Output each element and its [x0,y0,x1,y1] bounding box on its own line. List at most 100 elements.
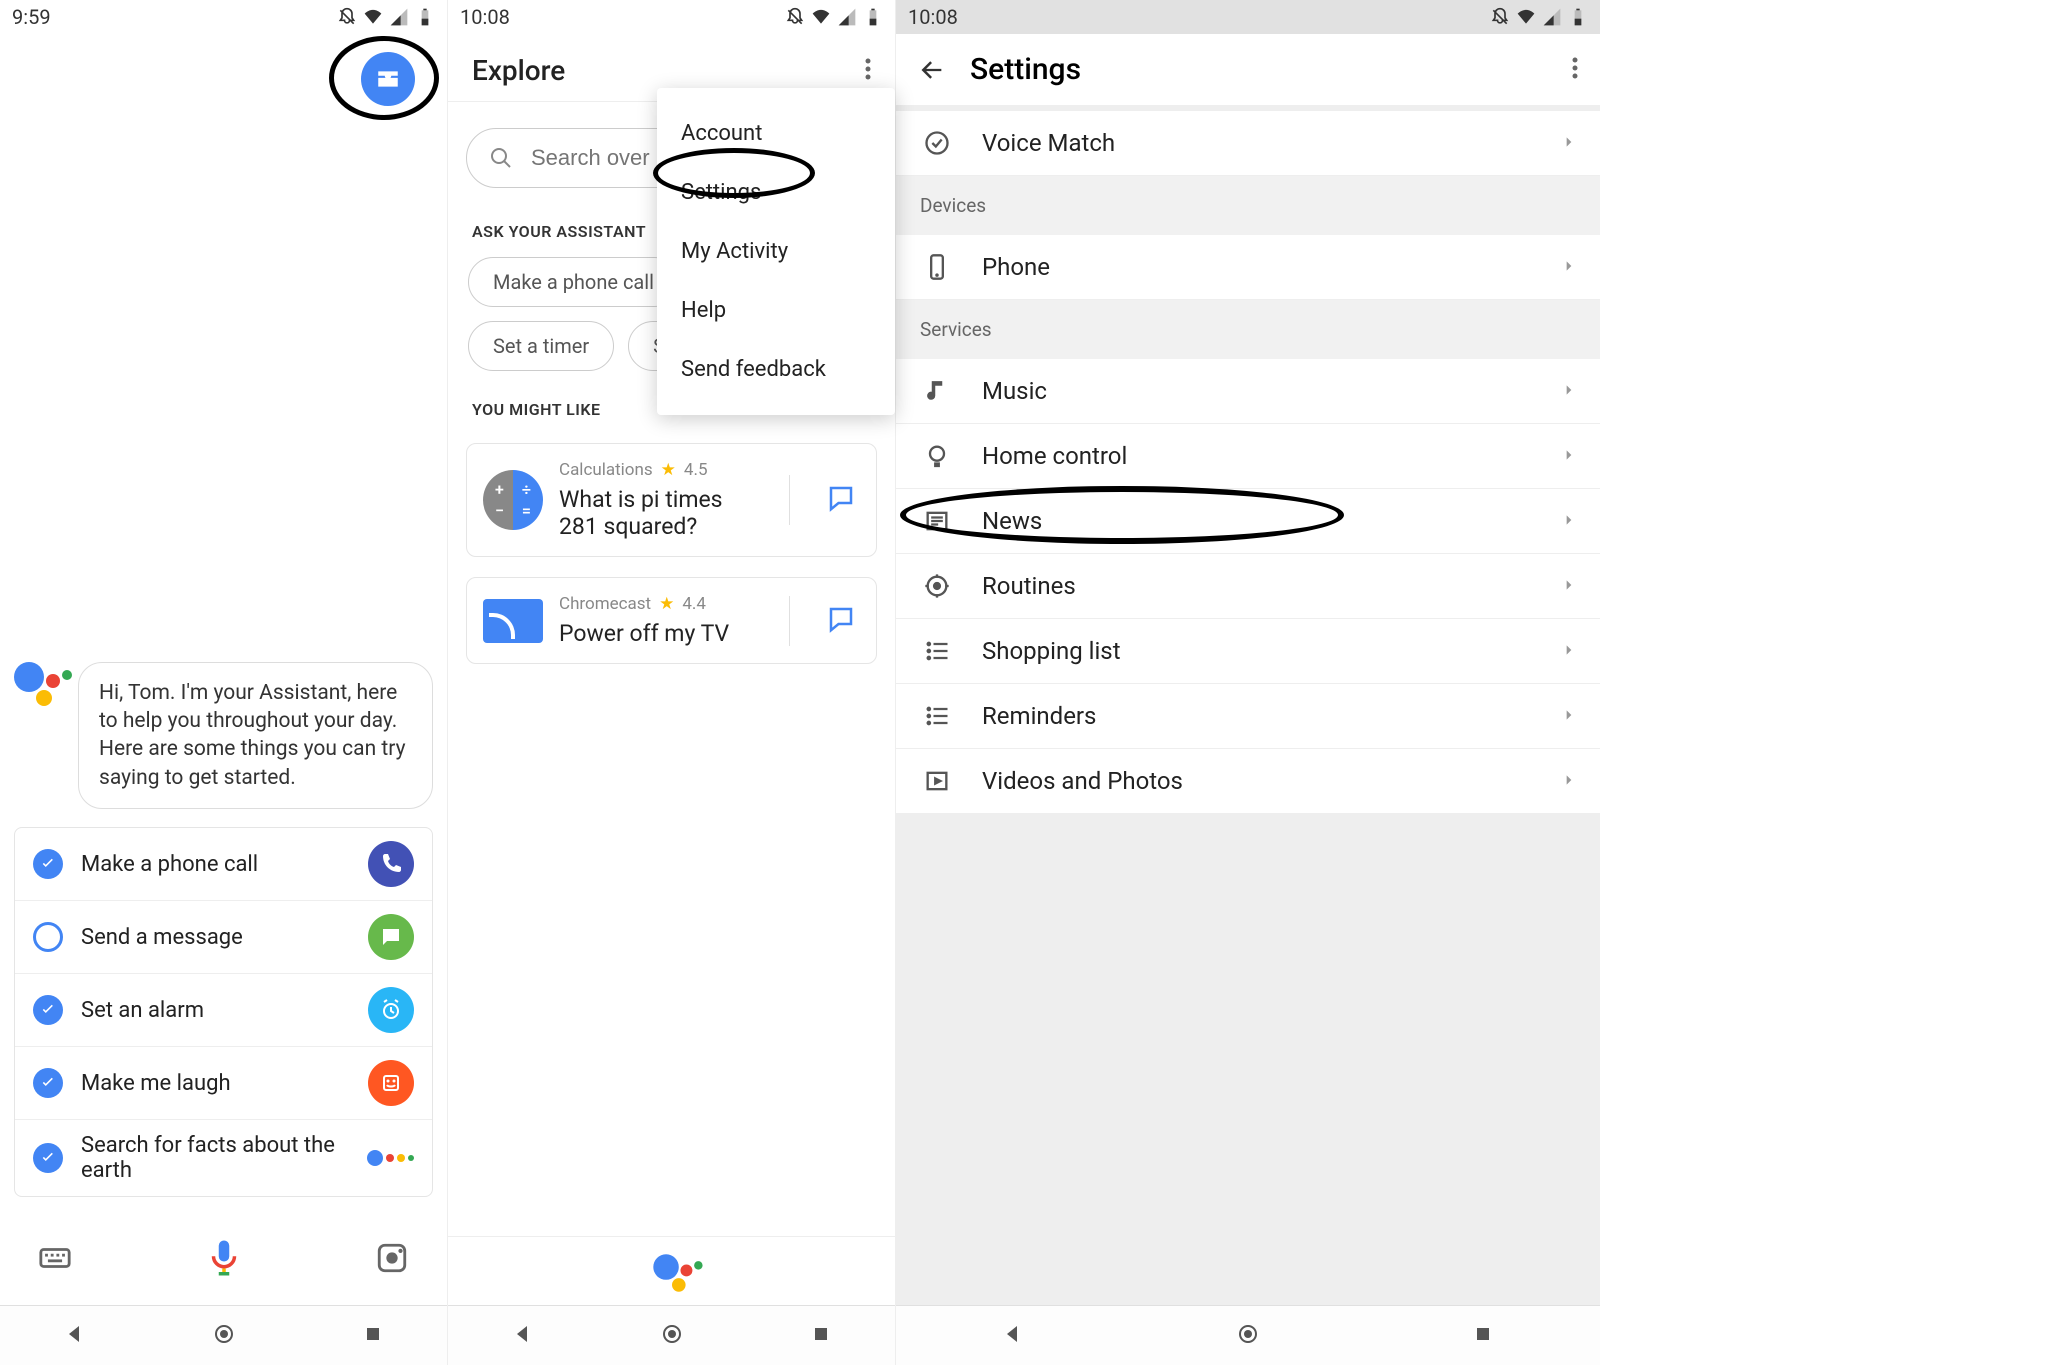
nav-recents[interactable] [361,1322,385,1350]
row-shopping-list[interactable]: Shopping list [896,619,1600,684]
mic-icon [203,1237,245,1279]
menu-help[interactable]: Help [657,281,895,340]
suggestion-send-message[interactable]: Send a message [15,901,432,974]
chevron-right-icon [1562,707,1576,726]
row-news[interactable]: News [896,489,1600,554]
nav-back[interactable] [511,1322,535,1350]
signal-icon [837,7,857,27]
row-voice-match[interactable]: Voice Match [896,111,1600,176]
signal-icon [389,7,409,27]
assistant-bottom-toolbar [14,1215,433,1305]
chat-icon [826,604,856,634]
chevron-right-icon [1562,258,1576,277]
more-button[interactable] [1572,56,1578,84]
page-title: Settings [970,52,1548,87]
news-icon [920,507,954,535]
check-icon [33,1143,63,1173]
chevron-right-icon [1562,134,1576,153]
nav-home[interactable] [660,1322,684,1350]
suggestion-list: Make a phone call Send a message Set an … [14,827,433,1197]
row-phone[interactable]: Phone [896,235,1600,300]
assistant-logo-icon[interactable] [653,1254,690,1291]
lens-icon [375,1241,409,1275]
laugh-icon [368,1060,414,1106]
row-home-control[interactable]: Home control [896,424,1600,489]
menu-account[interactable]: Account [657,104,895,163]
list-icon [920,702,954,730]
screen-settings: 10:08 Settings Voice Match Devices Phone… [896,0,1600,1365]
menu-settings[interactable]: Settings [657,163,895,222]
nav-back[interactable] [1001,1322,1025,1350]
status-bar: 9:59 [0,0,447,34]
check-icon [33,995,63,1025]
status-time: 10:08 [908,5,958,29]
message-icon [368,914,414,960]
suggestion-phone-call[interactable]: Make a phone call [15,828,432,901]
suggestion-set-alarm[interactable]: Set an alarm [15,974,432,1047]
card-meta: Chromecast ★ 4.4 [559,594,765,614]
check-icon [33,849,63,879]
lens-button[interactable] [375,1241,409,1279]
voice-match-icon [920,129,954,157]
more-button[interactable] [865,57,871,85]
suggestion-label: Make me laugh [81,1071,350,1096]
check-icon [33,1068,63,1098]
try-button[interactable] [814,483,868,517]
battery-icon [415,7,435,27]
check-outline-icon [33,922,63,952]
suggestion-search-facts[interactable]: Search for facts about the earth [15,1120,432,1196]
assistant-mini-icon [367,1150,414,1166]
chromecast-icon [483,599,543,643]
suggestion-label: Search for facts about the earth [81,1133,349,1183]
phone-icon [368,841,414,887]
nav-recents[interactable] [1471,1322,1495,1350]
card-meta: Calculations ★ 4.5 [559,460,765,480]
section-yml: YOU MIGHT LIKE [472,400,601,419]
suggestion-label: Make a phone call [81,852,350,877]
mic-button[interactable] [203,1237,245,1283]
nav-recents[interactable] [809,1322,833,1350]
row-videos-photos[interactable]: Videos and Photos [896,749,1600,814]
section-services: Services [896,300,1600,359]
mute-icon [1490,7,1510,27]
chevron-right-icon [1562,577,1576,596]
row-reminders[interactable]: Reminders [896,684,1600,749]
keyboard-icon [38,1241,72,1275]
nav-back[interactable] [63,1322,87,1350]
nav-home[interactable] [1236,1322,1260,1350]
row-music[interactable]: Music [896,359,1600,424]
phone-device-icon [920,253,954,281]
chip-set-timer[interactable]: Set a timer [468,321,614,371]
chip-phone-call[interactable]: Make a phone call [468,257,679,307]
mute-icon [337,7,357,27]
wifi-icon [363,7,383,27]
menu-feedback[interactable]: Send feedback [657,340,895,399]
archive-button[interactable] [361,52,415,106]
menu-activity[interactable]: My Activity [657,222,895,281]
chevron-right-icon [1562,772,1576,791]
list-icon [920,637,954,665]
status-icons [785,7,883,27]
signal-icon [1542,7,1562,27]
row-routines[interactable]: Routines [896,554,1600,619]
try-button[interactable] [814,604,868,638]
card-calculations[interactable]: + − ÷ = Calculations ★ 4.5 What is pi ti… [466,443,877,557]
card-chromecast[interactable]: Chromecast ★ 4.4 Power off my TV [466,577,877,664]
wifi-icon [1516,7,1536,27]
screen-explore: 10:08 Explore ASK YOUR ASSISTANT Make a … [448,0,896,1365]
nav-home[interactable] [212,1322,236,1350]
chevron-right-icon [1562,512,1576,531]
nav-bar [896,1305,1600,1365]
back-button[interactable] [918,56,946,84]
status-time: 10:08 [460,5,510,29]
suggestion-label: Send a message [81,925,350,950]
keyboard-button[interactable] [38,1241,72,1279]
status-time: 9:59 [12,5,51,29]
suggestion-make-laugh[interactable]: Make me laugh [15,1047,432,1120]
routines-icon [920,572,954,600]
settings-body: Settings Voice Match Devices Phone Servi… [896,34,1600,1305]
card-title: What is pi times 281 squared? [559,486,765,540]
card-title: Power off my TV [559,620,765,647]
status-bar: 10:08 [896,0,1600,34]
music-icon [920,377,954,405]
